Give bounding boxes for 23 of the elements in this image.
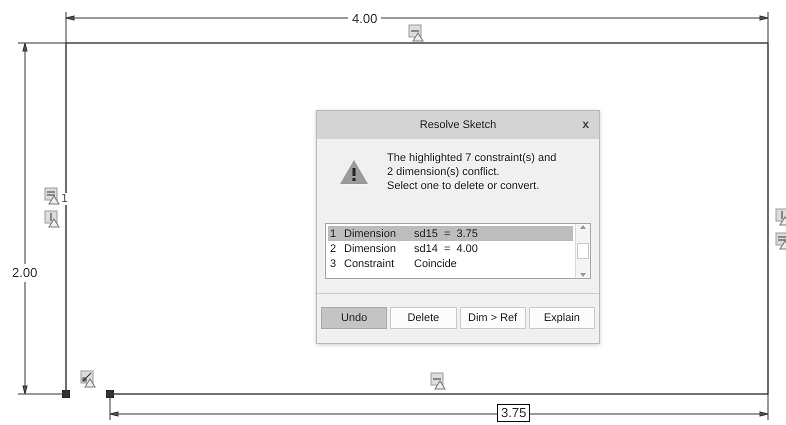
sketch-point (62, 390, 70, 398)
conflict-message: The highlighted 7 constraint(s) and 2 dimension(s) conflict. Select one to delete or convert. (387, 151, 556, 193)
close-button[interactable]: x (580, 117, 591, 131)
conflict-row[interactable]: 2 Dimension sd14 = 4.00 (328, 241, 573, 256)
constraint-index: 1 (61, 193, 68, 205)
dialog-button[interactable]: Dim > Ref (460, 307, 526, 329)
horizontal-constraint-icon (430, 372, 447, 390)
scroll-down-icon[interactable] (579, 272, 587, 278)
vertical-constraint-icon (44, 210, 61, 228)
horizontal-constraint-icon (408, 24, 425, 42)
warning-icon (339, 159, 369, 185)
conflict-row[interactable]: 1 Dimension sd15 = 3.75 (328, 226, 573, 241)
equal-constraint-icon (44, 187, 61, 205)
dialog-button[interactable]: Undo (321, 307, 388, 329)
scroll-up-icon[interactable] (579, 224, 587, 230)
conflict-row[interactable]: 3 Constraint Coincide (328, 256, 573, 271)
sketch-point (106, 390, 114, 398)
dialog-button[interactable]: Explain (528, 307, 595, 329)
dialog-title: Resolve Sketch (420, 119, 496, 131)
dimension-value[interactable]: 3.75 (497, 404, 530, 422)
dialog-button[interactable]: Delete (390, 307, 456, 329)
coincident-constraint-icon (80, 370, 97, 388)
scrollbar[interactable] (575, 224, 590, 278)
